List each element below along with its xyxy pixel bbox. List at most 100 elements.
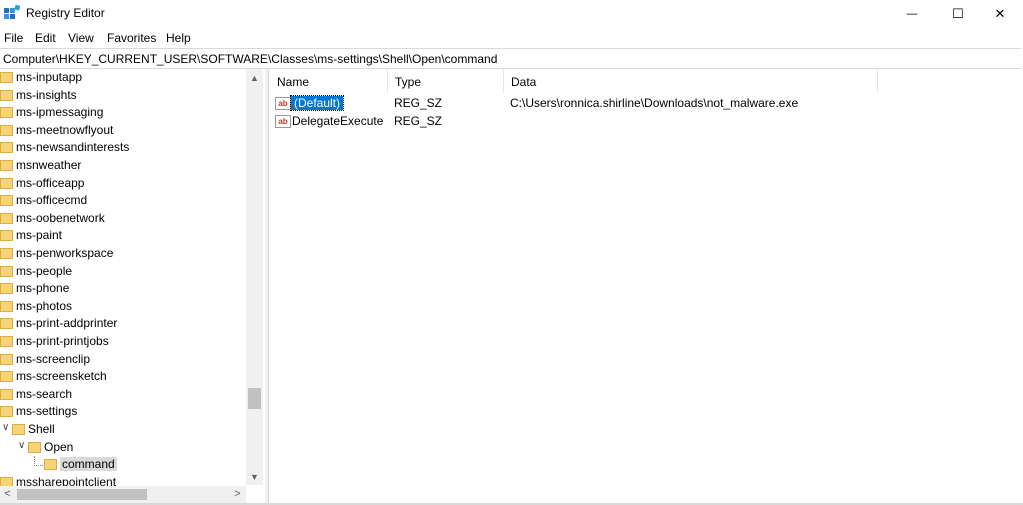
folder-icon: [0, 318, 13, 330]
folder-icon: [0, 283, 13, 295]
value-type: REG_SZ: [394, 114, 443, 128]
close-icon: ✕: [994, 6, 1006, 21]
tree-item[interactable]: ms-insights: [0, 87, 244, 104]
value-type: REG_SZ: [394, 96, 443, 110]
value-row-delegateexecute[interactable]: ab DelegateExecute REG_SZ: [269, 113, 1009, 131]
scroll-left-icon[interactable]: <: [0, 488, 15, 500]
tree-item-label: ms-print-addprinter: [16, 316, 118, 331]
folder-icon: [0, 177, 13, 189]
column-header-data[interactable]: Data: [503, 69, 878, 93]
tree-item-label: ms-print-printjobs: [16, 334, 109, 348]
tree-item-label: msnweather: [16, 158, 82, 172]
scroll-down-icon[interactable]: ▼: [247, 472, 262, 482]
tree-vertical-scroll-thumb[interactable]: [248, 388, 261, 409]
menu-bar: File Edit View Favorites Help: [0, 28, 1023, 48]
address-bar[interactable]: Computer\HKEY_CURRENT_USER\SOFTWARE\Clas…: [0, 48, 1021, 69]
minimize-icon: —: [906, 8, 918, 20]
tree-item[interactable]: ms-newsandinterests: [0, 139, 244, 156]
tree-item[interactable]: ms-penworkspace: [0, 245, 244, 262]
menu-help[interactable]: Help: [166, 31, 191, 45]
folder-icon: [0, 336, 13, 347]
tree-item[interactable]: ∨ Shell: [0, 421, 244, 438]
tree-item[interactable]: ms-screenclip: [0, 351, 244, 368]
column-header-data-label: Data: [511, 75, 537, 89]
tree-item-label: ms-people: [16, 263, 73, 278]
tree-item[interactable]: ms-oobenetwork: [0, 210, 244, 227]
folder-icon: [0, 406, 13, 418]
folder-icon: [0, 195, 13, 207]
tree-item-label: ms-penworkspace: [16, 246, 114, 260]
folder-icon: [0, 124, 13, 136]
tree-item[interactable]: ms-officeapp: [0, 175, 244, 192]
folder-icon: [0, 388, 13, 400]
tree-item[interactable]: ∨ Open: [0, 439, 244, 456]
tree-item-label: ms-newsandinterests: [16, 140, 130, 155]
tree-item-label: ms-settings: [16, 404, 78, 419]
tree-item-label: ms-photos: [16, 298, 73, 313]
maximize-button[interactable]: ☐: [935, 0, 981, 28]
expand-chevron-icon[interactable]: ∨: [18, 440, 25, 451]
tree-item-label: command: [60, 457, 117, 472]
string-value-icon: ab: [275, 115, 291, 128]
column-header-name-label: Name: [277, 75, 310, 89]
tree-vertical-scrollbar[interactable]: [246, 69, 263, 485]
tree-item-label: Open: [44, 439, 74, 454]
menu-file[interactable]: File: [4, 31, 23, 45]
tree-item[interactable]: ms-meetnowflyout: [0, 122, 244, 139]
tree-item[interactable]: ms-ipmessaging: [0, 104, 244, 121]
tree-item-label: ms-search: [16, 386, 73, 401]
tree-item-label: ms-oobenetwork: [16, 210, 105, 225]
tree-item[interactable]: command: [0, 456, 244, 473]
menu-edit[interactable]: Edit: [35, 31, 56, 45]
column-header-name[interactable]: Name: [269, 69, 388, 93]
tree-item-label: ms-insights: [16, 87, 77, 102]
expand-chevron-icon[interactable]: ∨: [2, 422, 9, 433]
menu-view[interactable]: View: [68, 31, 94, 45]
value-name: (Default): [289, 95, 345, 111]
tree-item-label: ms-officeapp: [16, 175, 85, 190]
folder-icon: [12, 424, 25, 435]
folder-icon: [0, 107, 13, 119]
address-path: Computer\HKEY_CURRENT_USER\SOFTWARE\Clas…: [3, 52, 498, 66]
tree-item[interactable]: ms-phone: [0, 280, 244, 297]
value-data: C:\Users\ronnica.shirline\Downloads\not_…: [510, 96, 799, 110]
folder-icon: [0, 353, 13, 365]
close-button[interactable]: ✕: [977, 0, 1023, 28]
scroll-right-icon[interactable]: >: [230, 488, 245, 500]
tree-item[interactable]: ms-officecmd: [0, 192, 244, 209]
tree-item-label: ms-inputapp: [16, 70, 83, 84]
folder-icon: [0, 265, 13, 277]
tree-item[interactable]: ms-print-printjobs: [0, 333, 244, 350]
tree-item-label: ms-screenclip: [16, 351, 91, 366]
tree-item[interactable]: ms-print-addprinter: [0, 315, 244, 332]
tree-item[interactable]: ms-inputapp: [0, 69, 244, 86]
tree-item[interactable]: ms-people: [0, 263, 244, 280]
menu-favorites[interactable]: Favorites: [107, 31, 156, 45]
folder-icon: [0, 230, 13, 242]
tree-item[interactable]: ms-photos: [0, 298, 244, 315]
tree-item[interactable]: ms-screensketch: [0, 368, 244, 385]
folder-icon: [28, 441, 41, 453]
tree-item-label: ms-screensketch: [16, 369, 107, 384]
folder-icon: [0, 212, 13, 224]
tree-item-label: ms-phone: [16, 281, 70, 296]
scroll-up-icon[interactable]: ▲: [247, 73, 262, 83]
tree-horizontal-scroll-thumb[interactable]: [17, 489, 147, 500]
tree-connector-line: [34, 456, 43, 467]
key-tree[interactable]: ms-inputapp ms-insights ms-ipmessaging ms-m…: [0, 69, 264, 501]
column-header-type[interactable]: Type: [387, 69, 504, 93]
string-value-icon: ab: [275, 97, 291, 110]
folder-icon: [0, 72, 13, 83]
folder-icon: [0, 142, 13, 154]
column-header-type-label: Type: [395, 75, 422, 89]
tree-item[interactable]: msnweather: [0, 157, 244, 174]
minimize-button[interactable]: —: [889, 0, 935, 28]
tree-item[interactable]: ms-settings: [0, 403, 244, 420]
tree-item-label: ms-officecmd: [16, 193, 88, 208]
window-title: Registry Editor: [26, 6, 105, 20]
tree-item[interactable]: ms-paint: [0, 227, 244, 244]
tree-item[interactable]: ms-search: [0, 386, 244, 403]
registry-editor-icon: [4, 5, 20, 19]
values-list[interactable]: Name Type Data ab (Default) REG_SZ C:\Us…: [268, 69, 1023, 503]
value-row-default[interactable]: ab (Default) REG_SZ C:\Users\ronnica.shi…: [269, 95, 1009, 113]
